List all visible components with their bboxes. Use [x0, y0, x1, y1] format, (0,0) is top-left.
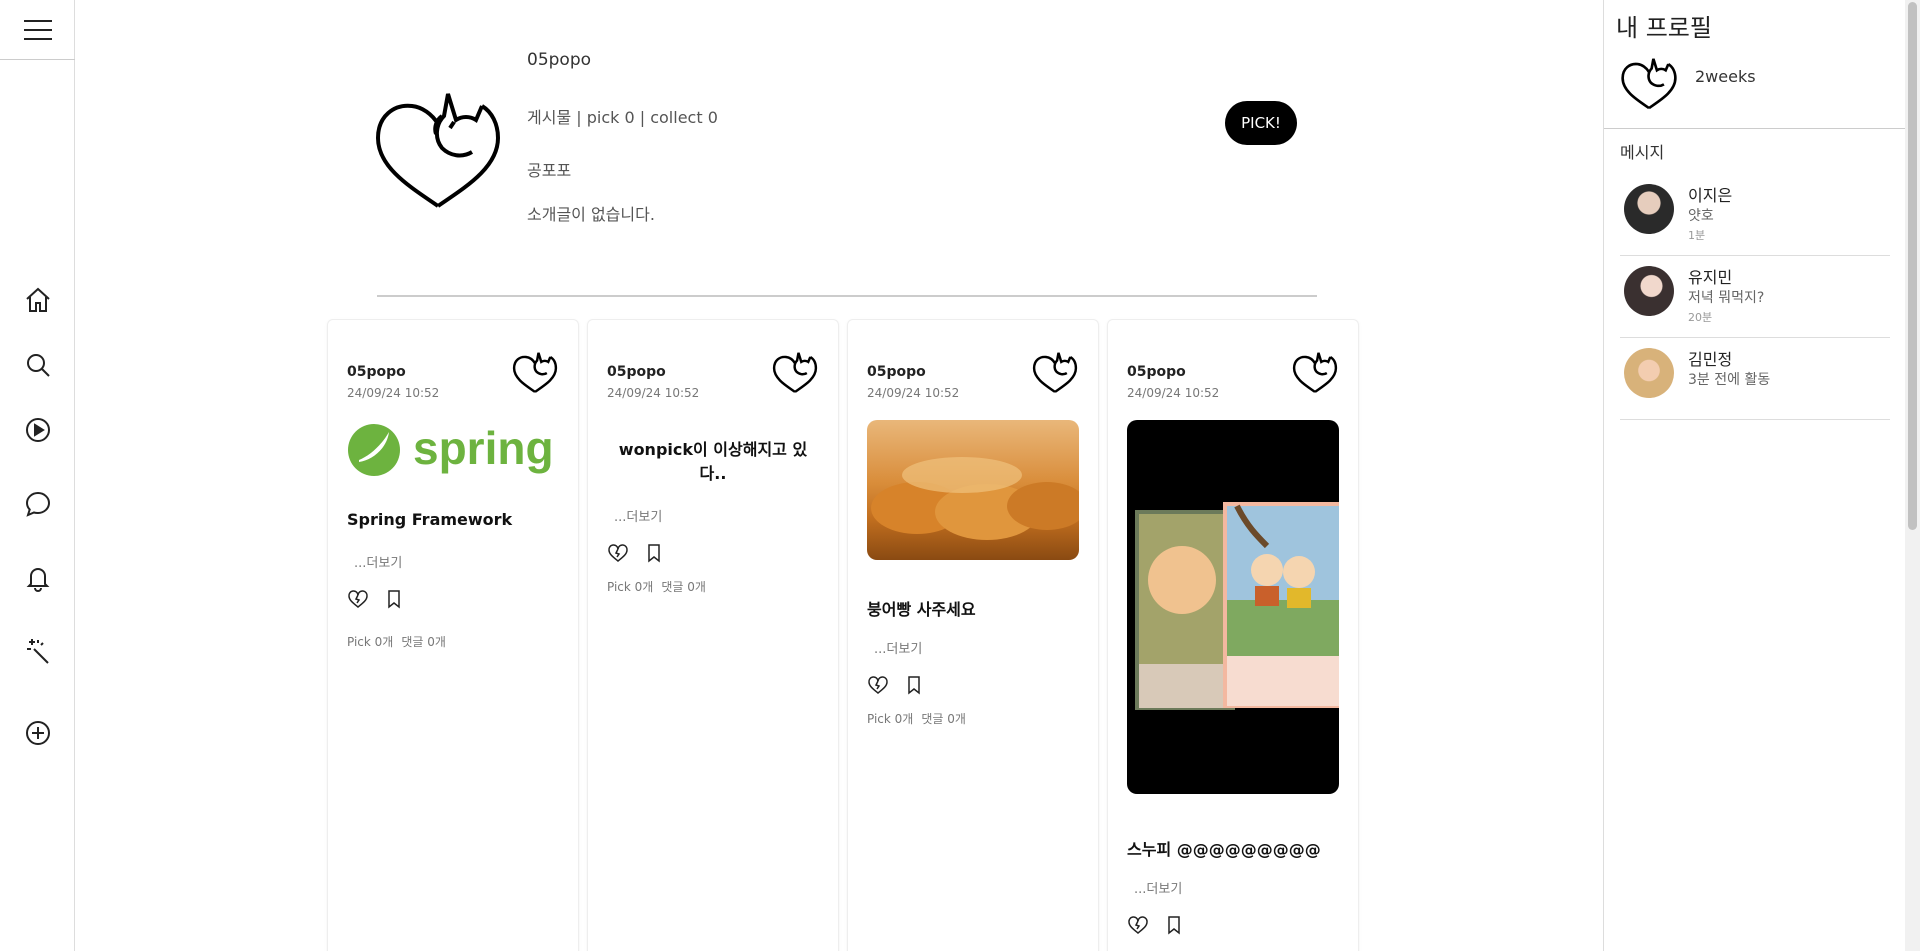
cat-heart-logo-icon[interactable] — [1620, 54, 1678, 112]
comment-count[interactable]: 댓글 0개 — [401, 635, 446, 649]
snoopy-comic-image — [1127, 420, 1339, 794]
card-date: 24/09/24 10:52 — [607, 386, 700, 400]
pick-count: Pick 0개 — [347, 635, 394, 649]
cat-heart-logo-icon — [1292, 352, 1338, 393]
bookmark-icon[interactable] — [1163, 914, 1185, 936]
my-username[interactable]: 2weeks — [1695, 67, 1756, 86]
pick-count: Pick 0개 — [607, 580, 654, 594]
scrollbar-thumb[interactable] — [1908, 2, 1917, 530]
card-author[interactable]: 05popo — [867, 364, 926, 380]
message-sender: 김민정 — [1688, 350, 1733, 369]
cat-heart-logo-icon — [1032, 352, 1078, 393]
divider — [1604, 128, 1906, 129]
nav-magic-button[interactable] — [23, 636, 53, 666]
message-time: 1분 — [1688, 229, 1706, 242]
bookmark-icon[interactable] — [643, 542, 665, 564]
card-author[interactable]: 05popo — [607, 364, 666, 380]
profile-username: 05popo — [527, 50, 592, 70]
post-card[interactable]: 05popo 24/09/24 10:52 spring Spring Fram… — [327, 319, 579, 951]
comment-count[interactable]: 댓글 0개 — [661, 580, 706, 594]
card-title[interactable]: 스누피 @@@@@@@@@ — [1127, 836, 1321, 860]
avatar — [1624, 348, 1674, 398]
pick-count: Pick 0개 — [867, 712, 914, 726]
nav-play-button[interactable] — [23, 415, 53, 445]
pick-heart-icon[interactable] — [867, 674, 889, 696]
menu-button[interactable] — [0, 0, 75, 60]
nav-notifications-button[interactable] — [23, 563, 53, 593]
chat-icon — [25, 491, 51, 517]
left-nav — [0, 0, 75, 951]
post-card[interactable]: 05popo 24/09/24 10:52 스누피 @@@@@@@@@ ...더… — [1107, 319, 1359, 951]
profile-nickname: 공포포 — [527, 161, 572, 180]
avatar — [1624, 184, 1674, 234]
message-text: 얏호 — [1688, 208, 1714, 224]
post-card[interactable]: 05popo 24/09/24 10:52 붕어빵 사주세요 ...더보기 Pi… — [847, 319, 1099, 951]
bell-icon — [26, 568, 50, 592]
message-text: 3분 전에 활동 — [1688, 372, 1771, 388]
message-time: 20분 — [1688, 311, 1713, 324]
card-title[interactable]: Spring Framework — [347, 510, 512, 529]
avatar — [1624, 266, 1674, 316]
cat-heart-logo-icon — [772, 352, 818, 393]
message-sender: 유지민 — [1688, 268, 1733, 287]
pick-heart-icon[interactable] — [1127, 914, 1149, 936]
pick-heart-icon[interactable] — [347, 588, 369, 610]
scrollbar[interactable] — [1905, 0, 1920, 951]
pick-button[interactable]: PICK! — [1225, 101, 1297, 145]
hamburger-icon — [23, 19, 52, 40]
card-more-link[interactable]: ...더보기 — [354, 552, 402, 571]
card-title[interactable]: 붕어빵 사주세요 — [867, 596, 976, 620]
play-icon — [26, 418, 50, 442]
card-author[interactable]: 05popo — [1127, 364, 1186, 380]
message-item[interactable]: 김민정 3분 전에 활동 — [1620, 340, 1890, 420]
nav-home-button[interactable] — [23, 285, 53, 315]
spring-logo-text: spring — [413, 422, 554, 474]
message-text: 저녁 뭐먹지? — [1688, 290, 1765, 306]
card-more-link[interactable]: ...더보기 — [874, 638, 922, 657]
card-author[interactable]: 05popo — [347, 364, 406, 380]
nav-create-button[interactable] — [23, 718, 53, 748]
profile-divider — [377, 295, 1317, 297]
magic-wand-icon — [27, 639, 49, 664]
nav-chat-button[interactable] — [23, 489, 53, 519]
home-icon — [26, 287, 50, 312]
bookmark-icon[interactable] — [903, 674, 925, 696]
profile-stats: 게시물 | pick 0 | collect 0 — [527, 108, 718, 127]
card-more-link[interactable]: ...더보기 — [1134, 878, 1182, 897]
plus-circle-icon — [26, 721, 50, 745]
profile-avatar — [372, 88, 504, 210]
post-card[interactable]: 05popo 24/09/24 10:52 wonpick이 이상해지고 있다.… — [587, 319, 839, 951]
spring-logo-image: spring — [347, 420, 559, 480]
card-date: 24/09/24 10:52 — [1127, 386, 1220, 400]
card-date: 24/09/24 10:52 — [347, 386, 440, 400]
bookmark-icon[interactable] — [383, 588, 405, 610]
message-item[interactable]: 유지민 저녁 뭐먹지? 20분 — [1620, 258, 1890, 338]
search-icon — [27, 354, 50, 377]
profile-bio: 소개글이 없습니다. — [527, 205, 655, 224]
message-sender: 이지은 — [1688, 186, 1733, 205]
pick-heart-icon[interactable] — [607, 542, 629, 564]
nav-search-button[interactable] — [23, 350, 53, 380]
card-more-link[interactable]: ...더보기 — [614, 506, 662, 525]
fish-bread-photo — [867, 420, 1079, 560]
card-date: 24/09/24 10:52 — [867, 386, 960, 400]
card-title[interactable]: wonpick이 이상해지고 있다.. — [607, 438, 819, 486]
messages-heading: 메시지 — [1620, 143, 1665, 162]
cat-heart-logo-icon — [512, 352, 558, 393]
my-profile-title: 내 프로필 — [1616, 14, 1712, 42]
cat-heart-logo-icon — [375, 93, 501, 208]
right-panel: 내 프로필 2weeks 메시지 이지은 얏호 1분 유지민 저녁 뭐먹지? 2… — [1603, 0, 1906, 951]
message-item[interactable]: 이지은 얏호 1분 — [1620, 176, 1890, 256]
comment-count[interactable]: 댓글 0개 — [921, 712, 966, 726]
